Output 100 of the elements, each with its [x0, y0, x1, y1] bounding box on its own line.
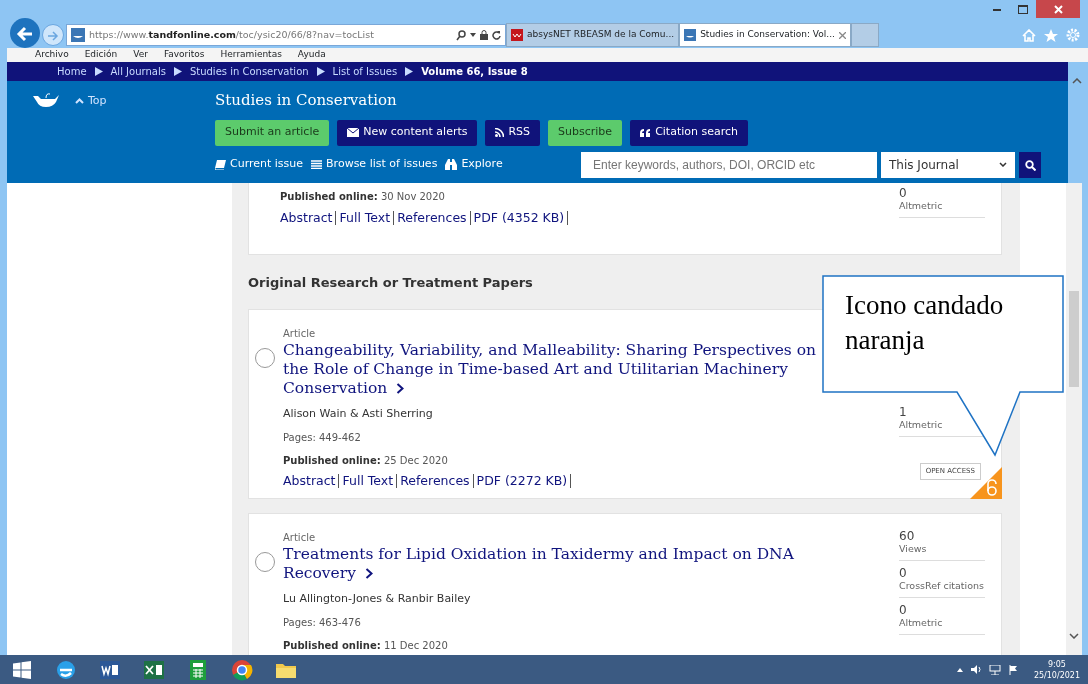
search-field[interactable]: Enter keywords, authors, DOI, ORCID etc: [581, 151, 877, 178]
article-pages: Pages: 463-476: [283, 616, 362, 630]
browser-e-icon: [55, 658, 77, 681]
close-icon: [1053, 5, 1063, 14]
network-icon[interactable]: [988, 664, 1001, 675]
browser-tab[interactable]: absysNET RBEASM de la Comu...: [506, 23, 680, 47]
callout-text: Icono candado naranja: [845, 289, 1005, 357]
dropdown-caret-icon[interactable]: [470, 33, 476, 37]
envelope-icon: [347, 128, 360, 137]
nav-link[interactable]: Current issue: [215, 156, 304, 173]
binoculars-icon: [445, 159, 458, 170]
quote-icon: [640, 128, 652, 137]
published-date: Published online: 30 Nov 2020: [280, 190, 446, 204]
chevron-right-icon: [364, 568, 373, 579]
chevron-up-icon: [75, 98, 84, 105]
chevron-down-icon: [999, 162, 1007, 167]
refresh-icon[interactable]: [492, 30, 501, 40]
scroll-thumb[interactable]: [1069, 291, 1079, 387]
metric-value: 60: [899, 529, 916, 543]
triangle-right-icon: [316, 67, 325, 76]
article-link[interactable]: Abstract: [283, 472, 336, 491]
metric-label: Altmetric: [899, 200, 944, 212]
metric-label: Views: [899, 542, 928, 555]
teapot-logo-icon: [33, 93, 59, 107]
close-button[interactable]: [1036, 0, 1080, 18]
metric-value: 0: [899, 187, 908, 200]
back-button[interactable]: [10, 18, 40, 48]
published-date: Published online: 11 Dec 2020: [283, 639, 449, 653]
metric-value: 0: [899, 603, 908, 617]
select-radio[interactable]: [255, 551, 275, 572]
article-title[interactable]: Treatments for Lipid Oxidation in Taxidermy and Impact on DNA Recovery: [283, 544, 823, 583]
triangle-right-icon: [405, 67, 414, 76]
article-link[interactable]: PDF (2272 KB): [476, 472, 568, 491]
search-icon[interactable]: [456, 29, 466, 41]
scope-dropdown[interactable]: This Journal: [881, 151, 1015, 178]
speaker-icon[interactable]: [970, 665, 981, 674]
page-icon: [684, 29, 697, 41]
metric-value: 1: [899, 405, 908, 419]
flag-icon[interactable]: [1008, 664, 1018, 675]
scroll-down-icon[interactable]: [1069, 633, 1079, 639]
chrome-icon: [231, 658, 253, 681]
metric-label: Altmetric: [899, 616, 944, 629]
breadcrumb-link[interactable]: All Journals: [110, 64, 166, 79]
windows-logo-icon: [13, 660, 31, 679]
book-icon: [215, 159, 226, 170]
browser-tab[interactable]: Studies in Conservation: Vol...: [679, 23, 851, 47]
action-button[interactable]: New content alerts: [337, 119, 478, 146]
nav-link[interactable]: Browse list of issues: [311, 156, 438, 173]
menu-item[interactable]: Ver: [133, 48, 148, 62]
article-link[interactable]: Abstract: [280, 209, 333, 228]
breadcrumb-link[interactable]: Studies in Conservation: [189, 64, 309, 79]
select-radio[interactable]: [255, 347, 275, 368]
page-icon: [71, 28, 85, 42]
nav-link[interactable]: Explore: [445, 156, 503, 173]
chevron-right-icon: [396, 383, 405, 394]
article-pages: Pages: 449-462: [283, 431, 362, 445]
metric-label: CrossRef citations: [899, 579, 985, 592]
menu-item[interactable]: Edición: [84, 48, 118, 62]
triangle-right-icon: [94, 67, 103, 76]
published-date: Published online: 25 Dec 2020: [283, 454, 449, 468]
star-icon[interactable]: [1044, 28, 1058, 42]
scroll-up-icon[interactable]: [1072, 78, 1082, 84]
menu-item[interactable]: Herramientas: [220, 48, 282, 62]
metric-value: 0: [899, 566, 908, 580]
section-heading: Original Research or Treatment Papers: [248, 274, 534, 292]
breadcrumb-link[interactable]: Home: [57, 64, 87, 79]
article-authors: Alison Wain & Asti Sherring: [283, 405, 434, 422]
rss-icon: [495, 128, 505, 137]
top-link[interactable]: Top: [75, 93, 107, 110]
article-authors: Lu Allington-Jones & Ranbir Bailey: [283, 590, 472, 607]
scrollbar[interactable]: [1066, 183, 1082, 655]
action-button[interactable]: RSS: [485, 119, 541, 146]
article-link[interactable]: Full Text: [339, 209, 391, 228]
article-link[interactable]: Full Text: [342, 472, 394, 491]
list-icon: [311, 160, 323, 169]
taskbar-clock[interactable]: 9:05 25/10/2021: [1033, 658, 1080, 681]
close-tab-icon[interactable]: [838, 31, 846, 39]
menu-item[interactable]: Archivo: [35, 48, 69, 62]
article-type: Article: [283, 326, 317, 341]
action-button[interactable]: Subscribe: [548, 119, 623, 146]
triangle-right-icon: [173, 67, 182, 76]
search-button[interactable]: [1019, 151, 1041, 178]
tab-logo-icon: [511, 29, 523, 41]
article-link[interactable]: References: [400, 472, 470, 491]
action-button[interactable]: Submit an article: [215, 119, 330, 146]
breadcrumb-link[interactable]: List of Issues: [332, 64, 398, 79]
article-link[interactable]: References: [397, 209, 467, 228]
article-type: Article: [283, 530, 317, 545]
tray-caret-icon[interactable]: [956, 667, 963, 672]
word-icon: [99, 658, 121, 681]
article-title[interactable]: Changeability, Variability, and Malleability: Sharing Perspectives on the Role of Change in Time-based Art and Utilitarian Machinery Conservation: [283, 340, 823, 398]
maximize-icon: [1018, 5, 1028, 14]
menu-item[interactable]: Ayuda: [297, 48, 326, 62]
article-link[interactable]: PDF (4352 KB): [473, 209, 565, 228]
forward-arrow-icon: [47, 30, 59, 41]
minimize-icon: [993, 8, 1001, 11]
journal-title: Studies in Conservation: [215, 90, 398, 111]
action-button[interactable]: Citation search: [630, 119, 749, 146]
calculator-icon: [187, 658, 209, 681]
menu-item[interactable]: Favoritos: [163, 48, 205, 62]
